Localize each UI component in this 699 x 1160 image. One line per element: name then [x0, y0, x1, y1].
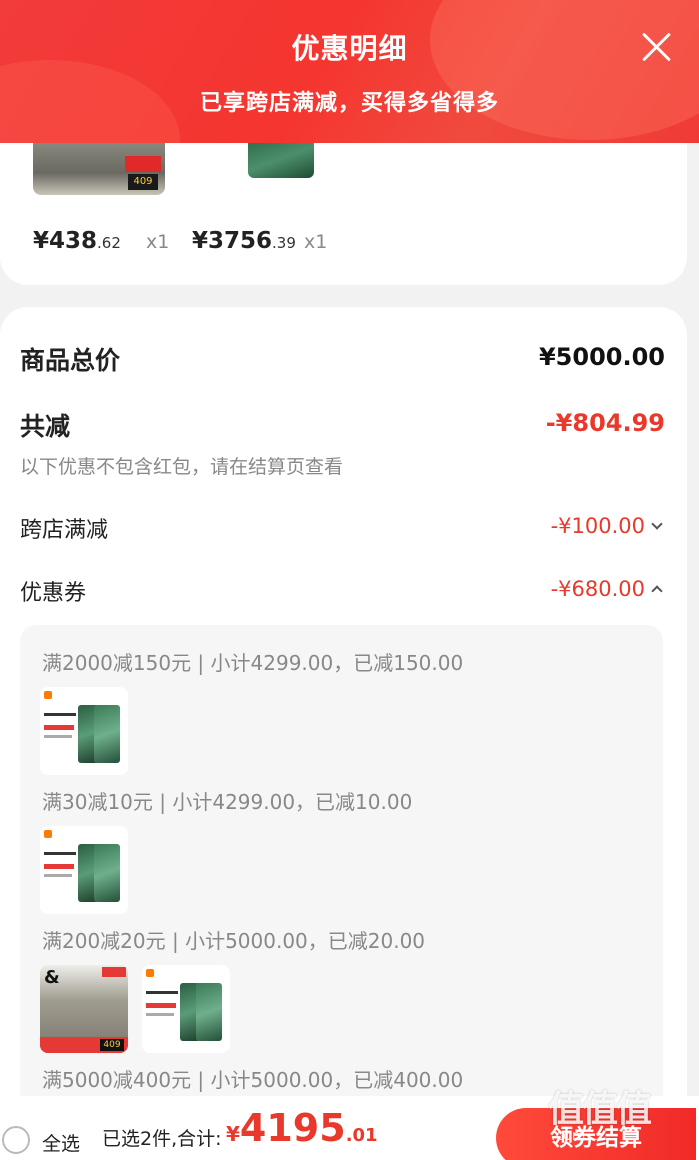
product-thumbnail-phone — [248, 140, 314, 178]
chevron-down-icon — [651, 518, 663, 530]
watermark-logo: 值值值 — [548, 1089, 652, 1130]
order-total: ¥4195.01 — [226, 1106, 378, 1150]
coupon-line: 满5000减400元 | 小计5000.00，已减400.00 — [42, 1068, 464, 1092]
coupon-line: 满200减20元 | 小计5000.00，已减20.00 — [42, 929, 426, 953]
cross-store-value: -¥100.00 — [550, 514, 645, 538]
goods-total-value: ¥5000.00 — [538, 343, 665, 371]
coupon-product-jacket: & 409 — [40, 965, 128, 1053]
watermark-site: .com — [551, 1128, 586, 1144]
discount-breakdown-card: 商品总价 ¥5000.00 共减 -¥804.99 以下优惠不包含红包，请在结算… — [0, 307, 687, 1160]
goods-total-label: 商品总价 — [20, 346, 121, 375]
select-all-checkbox[interactable] — [2, 1126, 30, 1154]
page-subtitle: 已享跨店满减，买得多省得多 — [199, 91, 499, 116]
coupon-product-phone — [40, 826, 128, 914]
product-price: ¥438.62 — [33, 228, 121, 254]
select-all-label[interactable]: 全选 — [42, 1129, 80, 1156]
product-quantity: x1 — [304, 231, 328, 253]
product-thumbnail-jacket: 409 — [33, 140, 165, 195]
total-discount-value: -¥804.99 — [545, 409, 665, 437]
coupon-product-phone — [142, 965, 230, 1053]
product-price: ¥3756.39 — [192, 228, 296, 254]
price-badge: 409 — [128, 174, 158, 190]
chevron-up-icon — [651, 585, 663, 597]
page-title: 优惠明细 — [291, 32, 408, 65]
cross-store-label: 跨店满减 — [20, 518, 109, 543]
discount-detail-header: 优惠明细 已享跨店满减，买得多省得多 — [0, 0, 699, 143]
cross-store-toggle[interactable]: -¥100.00 — [550, 514, 663, 538]
selected-summary: 已选2件,合计: — [102, 1128, 222, 1150]
coupon-line: 满30减10元 | 小计4299.00，已减10.00 — [42, 790, 413, 814]
coupon-label: 优惠券 — [20, 581, 87, 606]
total-discount-label: 共减 — [20, 412, 71, 441]
close-icon[interactable] — [639, 30, 673, 64]
coupon-product-phone — [40, 687, 128, 775]
promo-tag — [125, 156, 161, 172]
discount-note: 以下优惠不包含红包，请在结算页查看 — [20, 456, 344, 478]
product-quantity: x1 — [146, 231, 170, 253]
coupon-toggle[interactable]: -¥680.00 — [550, 577, 663, 601]
coupon-line: 满2000减150元 | 小计4299.00，已减150.00 — [42, 651, 464, 675]
coupon-value: -¥680.00 — [550, 577, 645, 601]
